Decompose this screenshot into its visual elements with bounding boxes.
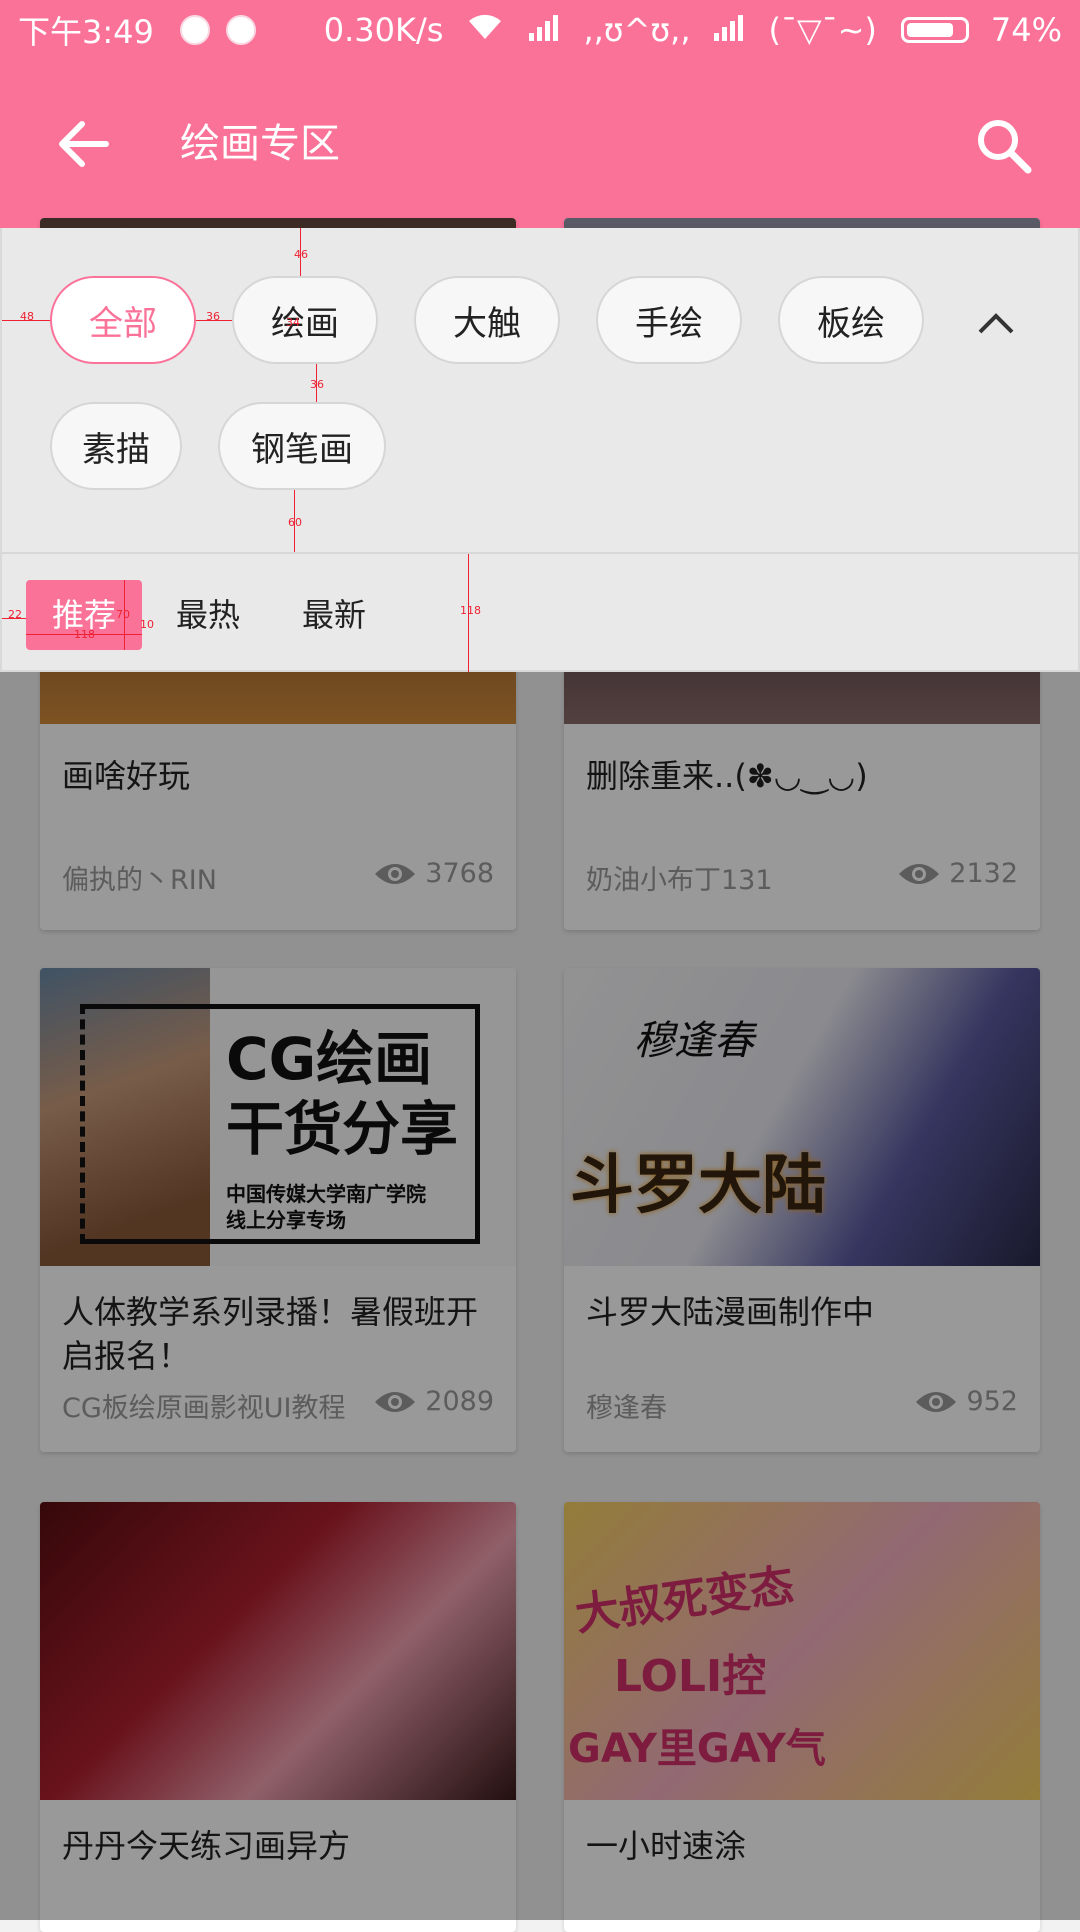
- sort-tab-newest[interactable]: 最新: [302, 580, 366, 650]
- emoticon: (¯▽¯~): [768, 11, 877, 49]
- chip-pen[interactable]: 钢笔画: [218, 402, 386, 490]
- chip-hand-drawn[interactable]: 手绘: [596, 276, 742, 364]
- measure-label: 34: [286, 316, 300, 329]
- chip-all[interactable]: 全部: [50, 276, 196, 364]
- status-bar: 下午3:49 0.30K/s ,,ʊ^ʊ,, (¯▽¯~) 74%: [0, 0, 1080, 60]
- signal-icon-2: [712, 11, 746, 49]
- signal-icon: [527, 11, 561, 49]
- search-icon[interactable]: [972, 114, 1036, 178]
- page-title: 绘画专区: [180, 121, 340, 167]
- measure-label: 22: [8, 608, 22, 621]
- chevron-up-icon[interactable]: [972, 300, 1020, 348]
- measure-label: 70: [116, 608, 130, 621]
- chip-sketch[interactable]: 素描: [50, 402, 182, 490]
- chip-tablet[interactable]: 板绘: [778, 276, 924, 364]
- carrier-name: ,,ʊ^ʊ,,: [583, 11, 691, 49]
- net-speed: 0.30K/s: [323, 11, 444, 49]
- measure-label: 118: [460, 604, 481, 617]
- chip-master[interactable]: 大触: [414, 276, 560, 364]
- sort-tab-hottest[interactable]: 最热: [176, 580, 240, 650]
- battery-percent: 74%: [990, 11, 1062, 49]
- arrow-left-icon[interactable]: [52, 112, 116, 176]
- wifi-icon: [465, 11, 505, 49]
- filter-panel: 全部 绘画 大触 手绘 板绘 素描 钢笔画 推荐 最热 最新 48 36 46 …: [0, 228, 1080, 672]
- measure-label: 48: [20, 310, 34, 323]
- measure-label: 36: [206, 310, 220, 323]
- panel-divider: [2, 552, 1080, 554]
- measure-label: 118: [74, 628, 95, 641]
- status-time: 下午3:49: [18, 13, 154, 51]
- notification-avatar-icon: [179, 15, 210, 45]
- measure-label: 60: [288, 516, 302, 529]
- app-toolbar: 绘画专区: [0, 60, 1080, 228]
- notification-avatar-icon-2: [225, 15, 256, 45]
- measure-label: 46: [294, 248, 308, 261]
- measure-label: 10: [140, 618, 154, 631]
- measure-label: 36: [310, 378, 324, 391]
- chip-painting[interactable]: 绘画: [232, 276, 378, 364]
- battery-icon: [900, 17, 969, 43]
